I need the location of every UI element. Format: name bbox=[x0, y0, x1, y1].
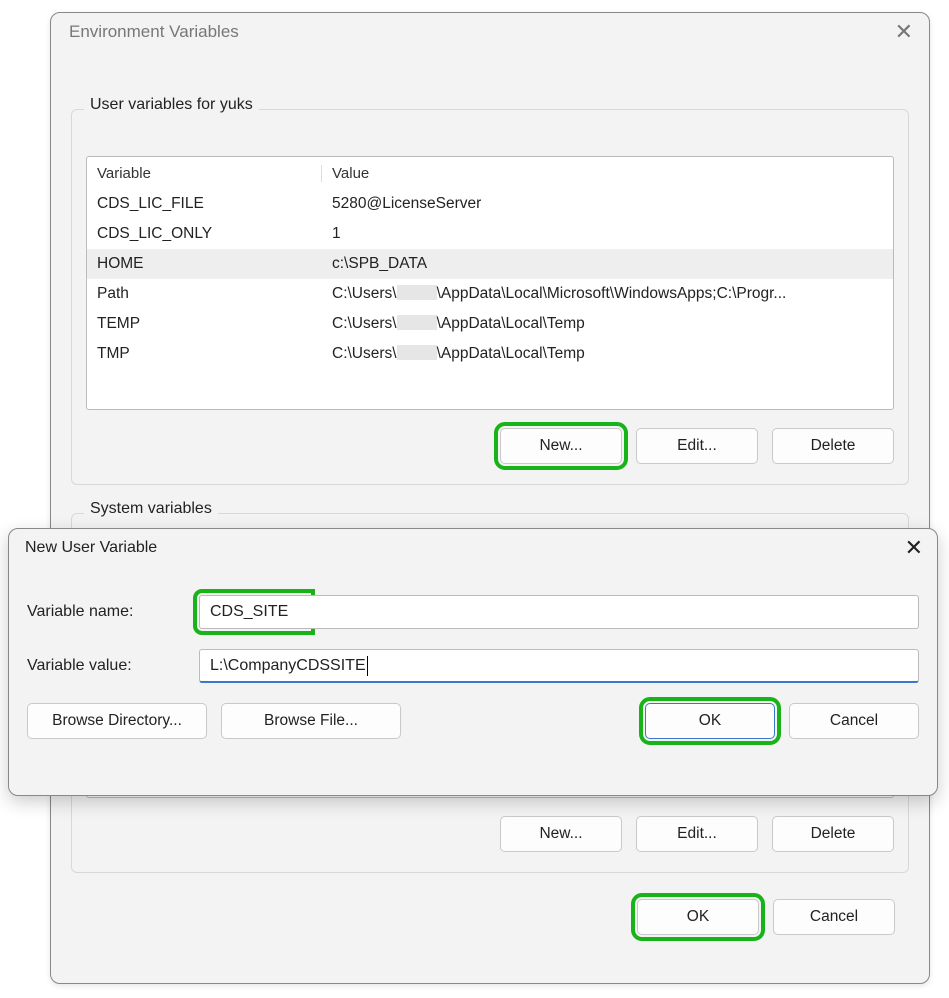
text-caret bbox=[367, 656, 368, 676]
cell-value: 1 bbox=[322, 225, 893, 243]
dlg-titlebar: New User Variable ✕ bbox=[9, 529, 937, 567]
dlg-ok-button[interactable]: OK bbox=[645, 703, 775, 739]
env-titlebar: Environment Variables ✕ bbox=[51, 13, 929, 51]
env-ok-button[interactable]: OK bbox=[637, 899, 759, 935]
user-variables-table[interactable]: Variable Value CDS_LIC_FILE5280@LicenseS… bbox=[86, 156, 894, 410]
cell-variable: CDS_LIC_FILE bbox=[87, 195, 322, 213]
user-variables-group: User variables for yuks Variable Value C… bbox=[71, 109, 909, 485]
dlg-title: New User Variable bbox=[25, 539, 157, 557]
dlg-cancel-button[interactable]: Cancel bbox=[789, 703, 919, 739]
sys-new-button[interactable]: New... bbox=[500, 816, 622, 852]
variable-name-label: Variable name: bbox=[27, 603, 199, 621]
col-header-value[interactable]: Value bbox=[322, 165, 893, 182]
env-cancel-button[interactable]: Cancel bbox=[773, 899, 895, 935]
new-user-variable-dialog: New User Variable ✕ Variable name: CDS_S… bbox=[8, 528, 938, 796]
sys-delete-button[interactable]: Delete bbox=[772, 816, 894, 852]
cell-variable: HOME bbox=[87, 255, 322, 273]
environment-variables-window: Environment Variables ✕ User variables f… bbox=[50, 12, 930, 984]
table-row[interactable]: HOMEc:\SPB_DATA bbox=[87, 249, 893, 279]
cell-value: C:\Users\\AppData\Local\Microsoft\Window… bbox=[322, 285, 893, 303]
redacted-username bbox=[397, 345, 437, 360]
browse-directory-button[interactable]: Browse Directory... bbox=[27, 703, 207, 739]
variable-value-row: Variable value: L:\CompanyCDSSITE bbox=[27, 649, 919, 683]
variable-name-row: Variable name: CDS_SITE bbox=[27, 595, 919, 629]
user-variables-label: User variables for yuks bbox=[84, 96, 259, 114]
close-icon[interactable]: ✕ bbox=[905, 537, 923, 559]
variable-name-value: CDS_SITE bbox=[210, 603, 288, 621]
table-row[interactable]: CDS_LIC_FILE5280@LicenseServer bbox=[87, 189, 893, 219]
sys-edit-button[interactable]: Edit... bbox=[636, 816, 758, 852]
cell-value: c:\SPB_DATA bbox=[322, 255, 893, 273]
cell-value: 5280@LicenseServer bbox=[322, 195, 893, 213]
user-button-row: New... Edit... Delete bbox=[86, 428, 894, 464]
variable-value-value: L:\CompanyCDSSITE bbox=[210, 657, 366, 675]
table-empty-space bbox=[87, 369, 893, 409]
table-header: Variable Value bbox=[87, 157, 893, 189]
table-row[interactable]: TMPC:\Users\\AppData\Local\Temp bbox=[87, 339, 893, 369]
new-button[interactable]: New... bbox=[500, 428, 622, 464]
system-button-row: New... Edit... Delete bbox=[86, 816, 894, 852]
system-variables-label: System variables bbox=[84, 500, 218, 518]
variable-name-input-remainder[interactable] bbox=[309, 595, 919, 629]
variable-name-input[interactable]: CDS_SITE bbox=[199, 595, 309, 629]
redacted-username bbox=[397, 285, 437, 300]
cell-variable: CDS_LIC_ONLY bbox=[87, 225, 322, 243]
cell-value: C:\Users\\AppData\Local\Temp bbox=[322, 315, 893, 333]
col-header-variable[interactable]: Variable bbox=[87, 165, 322, 182]
redacted-username bbox=[397, 315, 437, 330]
variable-value-label: Variable value: bbox=[27, 657, 199, 675]
cell-variable: Path bbox=[87, 285, 322, 303]
delete-button[interactable]: Delete bbox=[772, 428, 894, 464]
cell-variable: TEMP bbox=[87, 315, 322, 333]
cell-variable: TMP bbox=[87, 345, 322, 363]
edit-button[interactable]: Edit... bbox=[636, 428, 758, 464]
dlg-button-row: Browse Directory... Browse File... OK Ca… bbox=[27, 703, 919, 739]
dlg-body: Variable name: CDS_SITE Variable value: … bbox=[9, 567, 937, 739]
table-row[interactable]: PathC:\Users\\AppData\Local\Microsoft\Wi… bbox=[87, 279, 893, 309]
browse-file-button[interactable]: Browse File... bbox=[221, 703, 401, 739]
cell-value: C:\Users\\AppData\Local\Temp bbox=[322, 345, 893, 363]
table-row[interactable]: TEMPC:\Users\\AppData\Local\Temp bbox=[87, 309, 893, 339]
close-icon[interactable]: ✕ bbox=[895, 21, 913, 43]
table-row[interactable]: CDS_LIC_ONLY1 bbox=[87, 219, 893, 249]
env-title: Environment Variables bbox=[69, 22, 239, 42]
env-bottom-button-row: OK Cancel bbox=[51, 899, 895, 935]
variable-value-input[interactable]: L:\CompanyCDSSITE bbox=[199, 649, 919, 683]
